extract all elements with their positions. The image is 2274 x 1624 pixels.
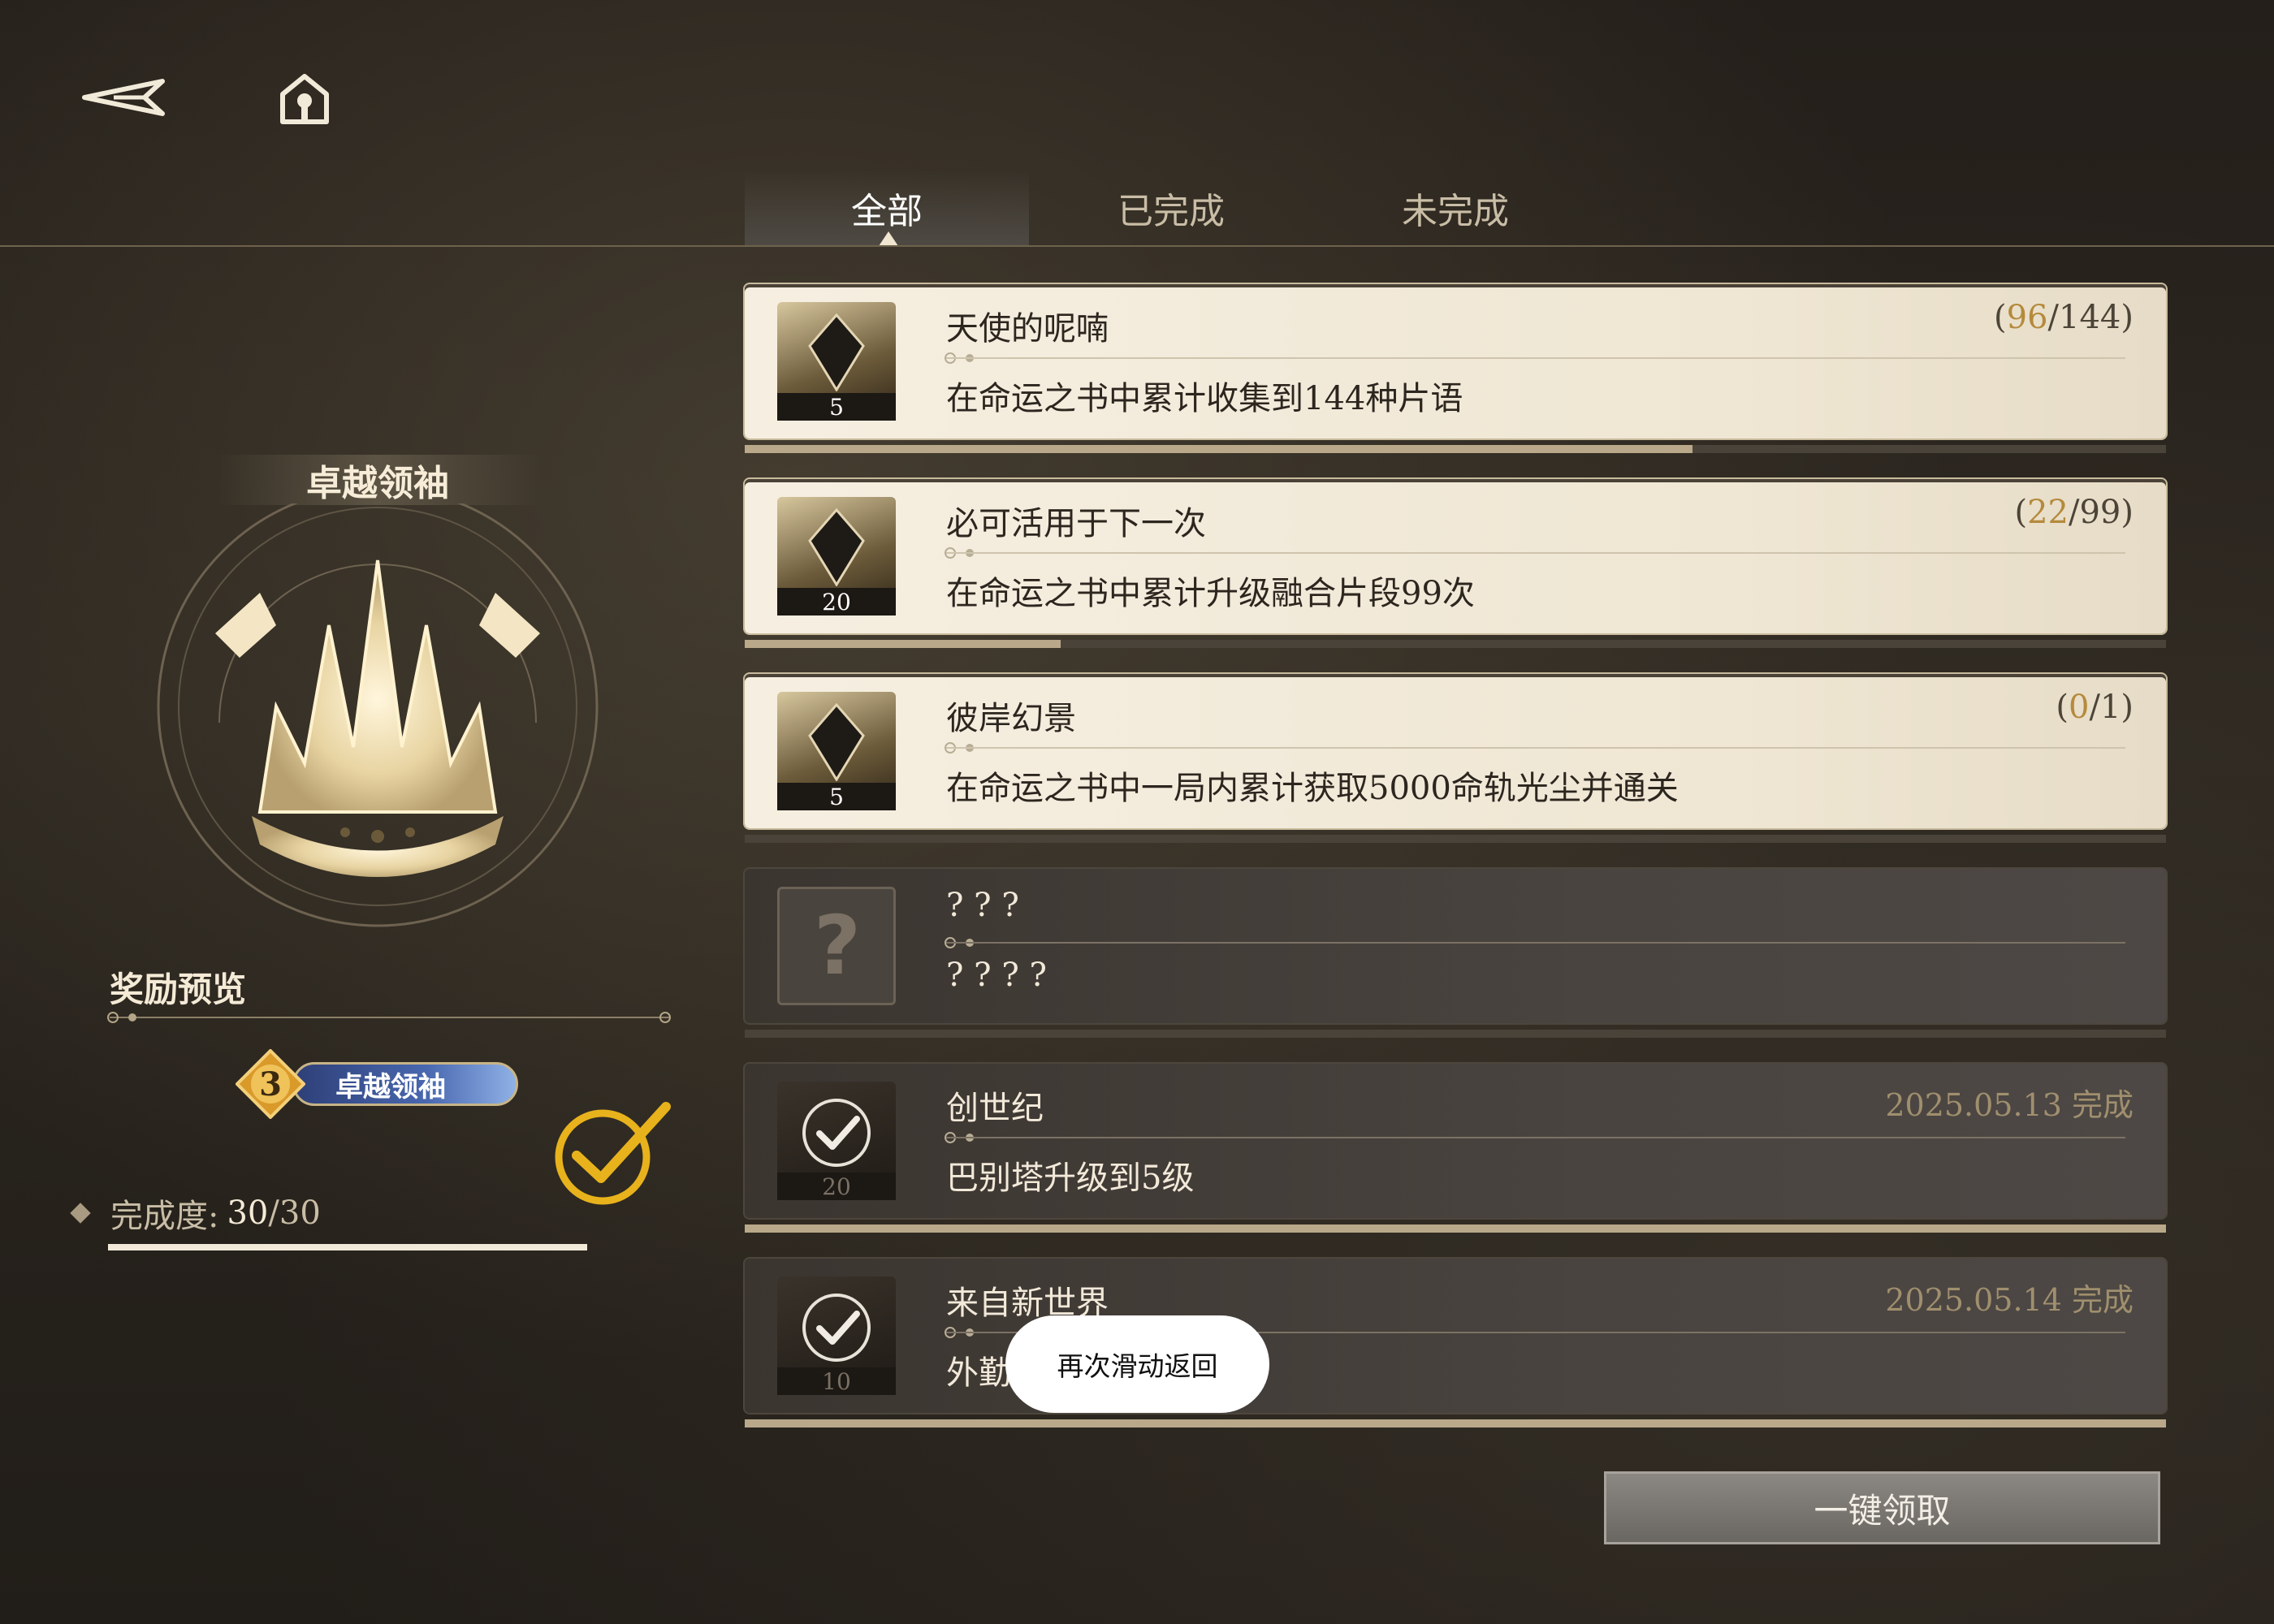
tab-completed[interactable]: 已完成 [1029,171,1313,245]
reward-divider [110,1017,670,1018]
achievement-card-completed[interactable]: 10 来自新世界 2025.05.14 完成 外勤 [745,1259,2166,1413]
card-divider [946,357,2125,359]
svg-text:?: ? [814,901,861,990]
reward-count: 5 [777,393,896,421]
locked-question-icon: ? [777,887,896,1005]
achievement-card[interactable]: 5 天使的呢喃 (96/144) 在命运之书中累计收集到144种片语 [745,284,2166,438]
divider-dot [128,1013,136,1021]
reward-item-icon: 10 [777,1276,896,1395]
card-divider [946,942,2125,944]
achievement-card[interactable]: 5 彼岸幻景 (0/1) 在命运之书中一局内累计获取5000命轨光尘并通关 [745,674,2166,828]
achievement-progress-bar [745,640,2166,648]
diamond-bullet-icon [70,1203,91,1224]
claimed-check-icon [802,1294,871,1362]
achievement-title: 彼岸幻景 [946,700,1076,737]
divider-dot [659,1012,671,1023]
achievement-description: 巴别塔升级到5级 [946,1160,1195,1197]
achievement-card-completed[interactable]: 20 创世纪 2025.05.13 完成 巴别塔升级到5级 [745,1064,2166,1218]
swipe-back-toast: 再次滑动返回 [1005,1315,1269,1413]
reward-count: 20 [777,1173,896,1200]
achievement-progress-bar [745,1419,2166,1427]
crown-emblem-icon [157,503,599,927]
achievement-progress-bar [745,835,2166,843]
achievement-progress-bar [745,445,2166,453]
completion-current: 30 [227,1194,269,1232]
achievement-card-hidden[interactable]: ? ? ? ? ? ? ? ? [745,869,2166,1023]
reward-title-level: 3 [259,1065,282,1104]
reward-count: 20 [777,588,896,615]
completion-progress-bar [108,1244,587,1250]
claim-all-button[interactable]: 一键领取 [1604,1471,2160,1544]
claimed-check-icon [802,1099,871,1167]
achievement-description: 在命运之书中累计升级融合片段99次 [946,575,1475,612]
reward-title-name: 卓越领袖 [292,1062,518,1106]
reward-title-badge[interactable]: 卓越领袖 3 [236,1047,520,1121]
achievement-progress-bar [745,1224,2166,1233]
active-tab-indicator [879,231,898,246]
reward-count: 5 [777,783,896,810]
achievement-description: 在命运之书中累计收集到144种片语 [946,380,1463,417]
completion-total: /30 [268,1194,321,1232]
achievement-progress: (0/1) [2056,689,2133,726]
achievement-title: ? ? ? [946,887,1019,924]
achievement-title: 创世纪 [946,1090,1044,1127]
divider-dot [107,1012,119,1023]
tab-incomplete[interactable]: 未完成 [1313,171,1597,245]
achievement-description: ? ? ? ? [946,957,1047,994]
reward-item-icon: 5 [777,302,896,421]
achievement-progress-bar [745,1030,2166,1038]
completion-label: 完成度: [110,1198,219,1235]
reward-item-icon: 20 [777,1082,896,1200]
completion-date: 2025.05.13 完成 [1885,1087,2133,1123]
completed-check-icon [555,1102,671,1205]
achievement-title: 必可活用于下一次 [946,505,1206,542]
card-divider [946,1137,2125,1138]
reward-preview-label: 奖励预览 [110,970,247,1009]
card-divider [946,552,2125,554]
achievement-title: 天使的呢喃 [946,310,1109,348]
badge-name: 卓越领袖 [215,455,540,505]
reward-item-icon: 5 [777,692,896,810]
achievement-progress: (96/144) [1994,299,2133,336]
achievement-progress: (22/99) [2014,494,2133,531]
card-divider [946,747,2125,749]
achievement-description: 外勤 [946,1354,1011,1392]
achievement-card[interactable]: 20 必可活用于下一次 (22/99) 在命运之书中累计升级融合片段99次 [745,479,2166,633]
reward-item-icon: 20 [777,497,896,615]
reward-count: 10 [777,1367,896,1395]
completion-date: 2025.05.14 完成 [1885,1282,2133,1318]
header-divider [0,245,2274,247]
achievement-description: 在命运之书中一局内累计获取5000命轨光尘并通关 [946,770,1679,807]
home-icon[interactable] [276,71,333,128]
back-arrow-icon[interactable] [81,73,171,122]
completion-stat: 完成度: 30 /30 [70,1190,321,1237]
